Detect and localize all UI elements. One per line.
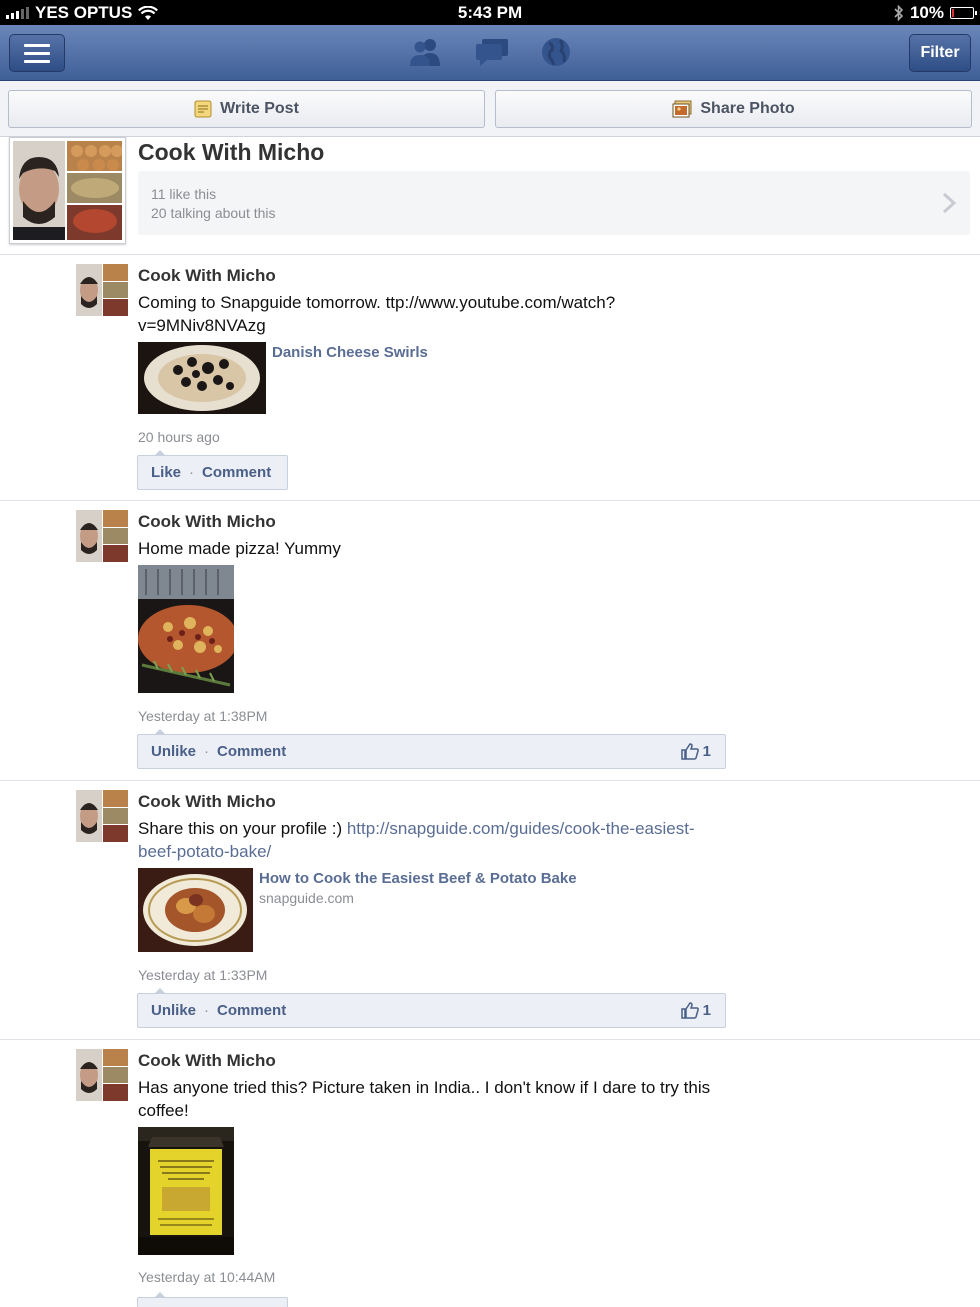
link-thumbnail[interactable] — [138, 868, 253, 952]
feed-post: Cook With Micho Home made pizza! Yummy Y… — [0, 502, 980, 781]
avatar[interactable] — [76, 510, 128, 562]
friends-icon[interactable] — [408, 37, 444, 67]
page-stats[interactable]: 11 like this 20 talking about this — [138, 171, 970, 235]
unlike-button[interactable]: Unlike — [151, 1002, 196, 1019]
post-actions — [137, 1292, 288, 1307]
link-domain: snapguide.com — [259, 890, 354, 906]
post-message: Coming to Snapguide tomorrow. ttp://www.… — [138, 293, 616, 335]
avatar[interactable] — [76, 790, 128, 842]
chevron-right-icon — [942, 192, 957, 214]
clock: 5:43 PM — [457, 3, 523, 22]
post-author[interactable]: Cook With Micho — [138, 1051, 276, 1071]
like-count[interactable]: 1 — [680, 743, 711, 760]
talking-count: 20 talking about this — [151, 205, 276, 221]
post-timestamp[interactable]: 20 hours ago — [138, 429, 220, 445]
post-author[interactable]: Cook With Micho — [138, 792, 276, 812]
composer-bar: Write Post Share Photo — [0, 81, 980, 137]
globe-icon[interactable] — [540, 37, 572, 67]
post-message: Has anyone tried this? Picture taken in … — [138, 1078, 711, 1120]
avatar[interactable] — [76, 1049, 128, 1101]
link-title[interactable]: How to Cook the Easiest Beef & Potato Ba… — [259, 870, 577, 887]
separator: · — [204, 1002, 210, 1019]
post-photo[interactable] — [138, 565, 234, 693]
post-message: Home made pizza! Yummy — [138, 539, 341, 558]
page-header: Cook With Micho 11 like this 20 talking … — [0, 137, 980, 255]
battery-icon — [950, 7, 977, 19]
share-photo-label: Share Photo — [700, 100, 795, 117]
messages-icon[interactable] — [474, 37, 510, 67]
like-count[interactable]: 1 — [680, 1002, 711, 1019]
post-photo[interactable] — [138, 1127, 234, 1255]
menu-icon — [24, 43, 50, 47]
comment-button[interactable]: Comment — [202, 464, 271, 481]
likes-count: 11 like this — [151, 186, 217, 202]
post-timestamp[interactable]: Yesterday at 10:44AM — [138, 1269, 275, 1285]
page-title[interactable]: Cook With Micho — [138, 139, 324, 166]
feed-post: Cook With Micho Share this on your profi… — [0, 782, 980, 1040]
link-title[interactable]: Danish Cheese Swirls — [272, 344, 428, 361]
comment-button[interactable]: Comment — [217, 1002, 286, 1019]
feed-post: Cook With Micho Has anyone tried this? P… — [0, 1041, 980, 1307]
share-photo-button[interactable]: Share Photo — [495, 90, 972, 128]
unlike-button[interactable]: Unlike — [151, 743, 196, 760]
post-actions: Like · Comment — [137, 450, 288, 490]
link-thumbnail[interactable] — [138, 342, 266, 414]
post-author[interactable]: Cook With Micho — [138, 512, 276, 532]
separator: · — [189, 464, 195, 481]
post-author[interactable]: Cook With Micho — [138, 266, 276, 286]
menu-button[interactable] — [9, 34, 65, 72]
avatar[interactable] — [76, 264, 128, 316]
note-icon — [194, 100, 212, 118]
post-actions: Unlike · Comment 1 — [137, 729, 726, 769]
bluetooth-icon — [894, 5, 904, 21]
post-timestamp[interactable]: Yesterday at 1:38PM — [138, 708, 267, 724]
page-profile-picture[interactable] — [9, 137, 126, 244]
post-timestamp[interactable]: Yesterday at 1:33PM — [138, 967, 267, 983]
battery-percent: 10% — [909, 3, 944, 22]
write-post-label: Write Post — [220, 100, 299, 117]
top-navbar: Filter — [0, 25, 980, 81]
filter-button[interactable]: Filter — [909, 34, 971, 72]
post-message: Share this on your profile :) http://sna… — [138, 819, 695, 861]
write-post-button[interactable]: Write Post — [8, 90, 485, 128]
like-button[interactable]: Like — [151, 464, 181, 481]
thumbs-up-icon — [680, 743, 699, 760]
post-actions: Unlike · Comment 1 — [137, 988, 726, 1028]
feed-post: Cook With Micho Coming to Snapguide tomo… — [0, 256, 980, 501]
photo-icon — [672, 100, 692, 118]
separator: · — [204, 743, 210, 760]
comment-button[interactable]: Comment — [217, 743, 286, 760]
status-bar: YES OPTUS 5:43 PM 10% — [0, 0, 980, 25]
thumbs-up-icon — [680, 1002, 699, 1019]
